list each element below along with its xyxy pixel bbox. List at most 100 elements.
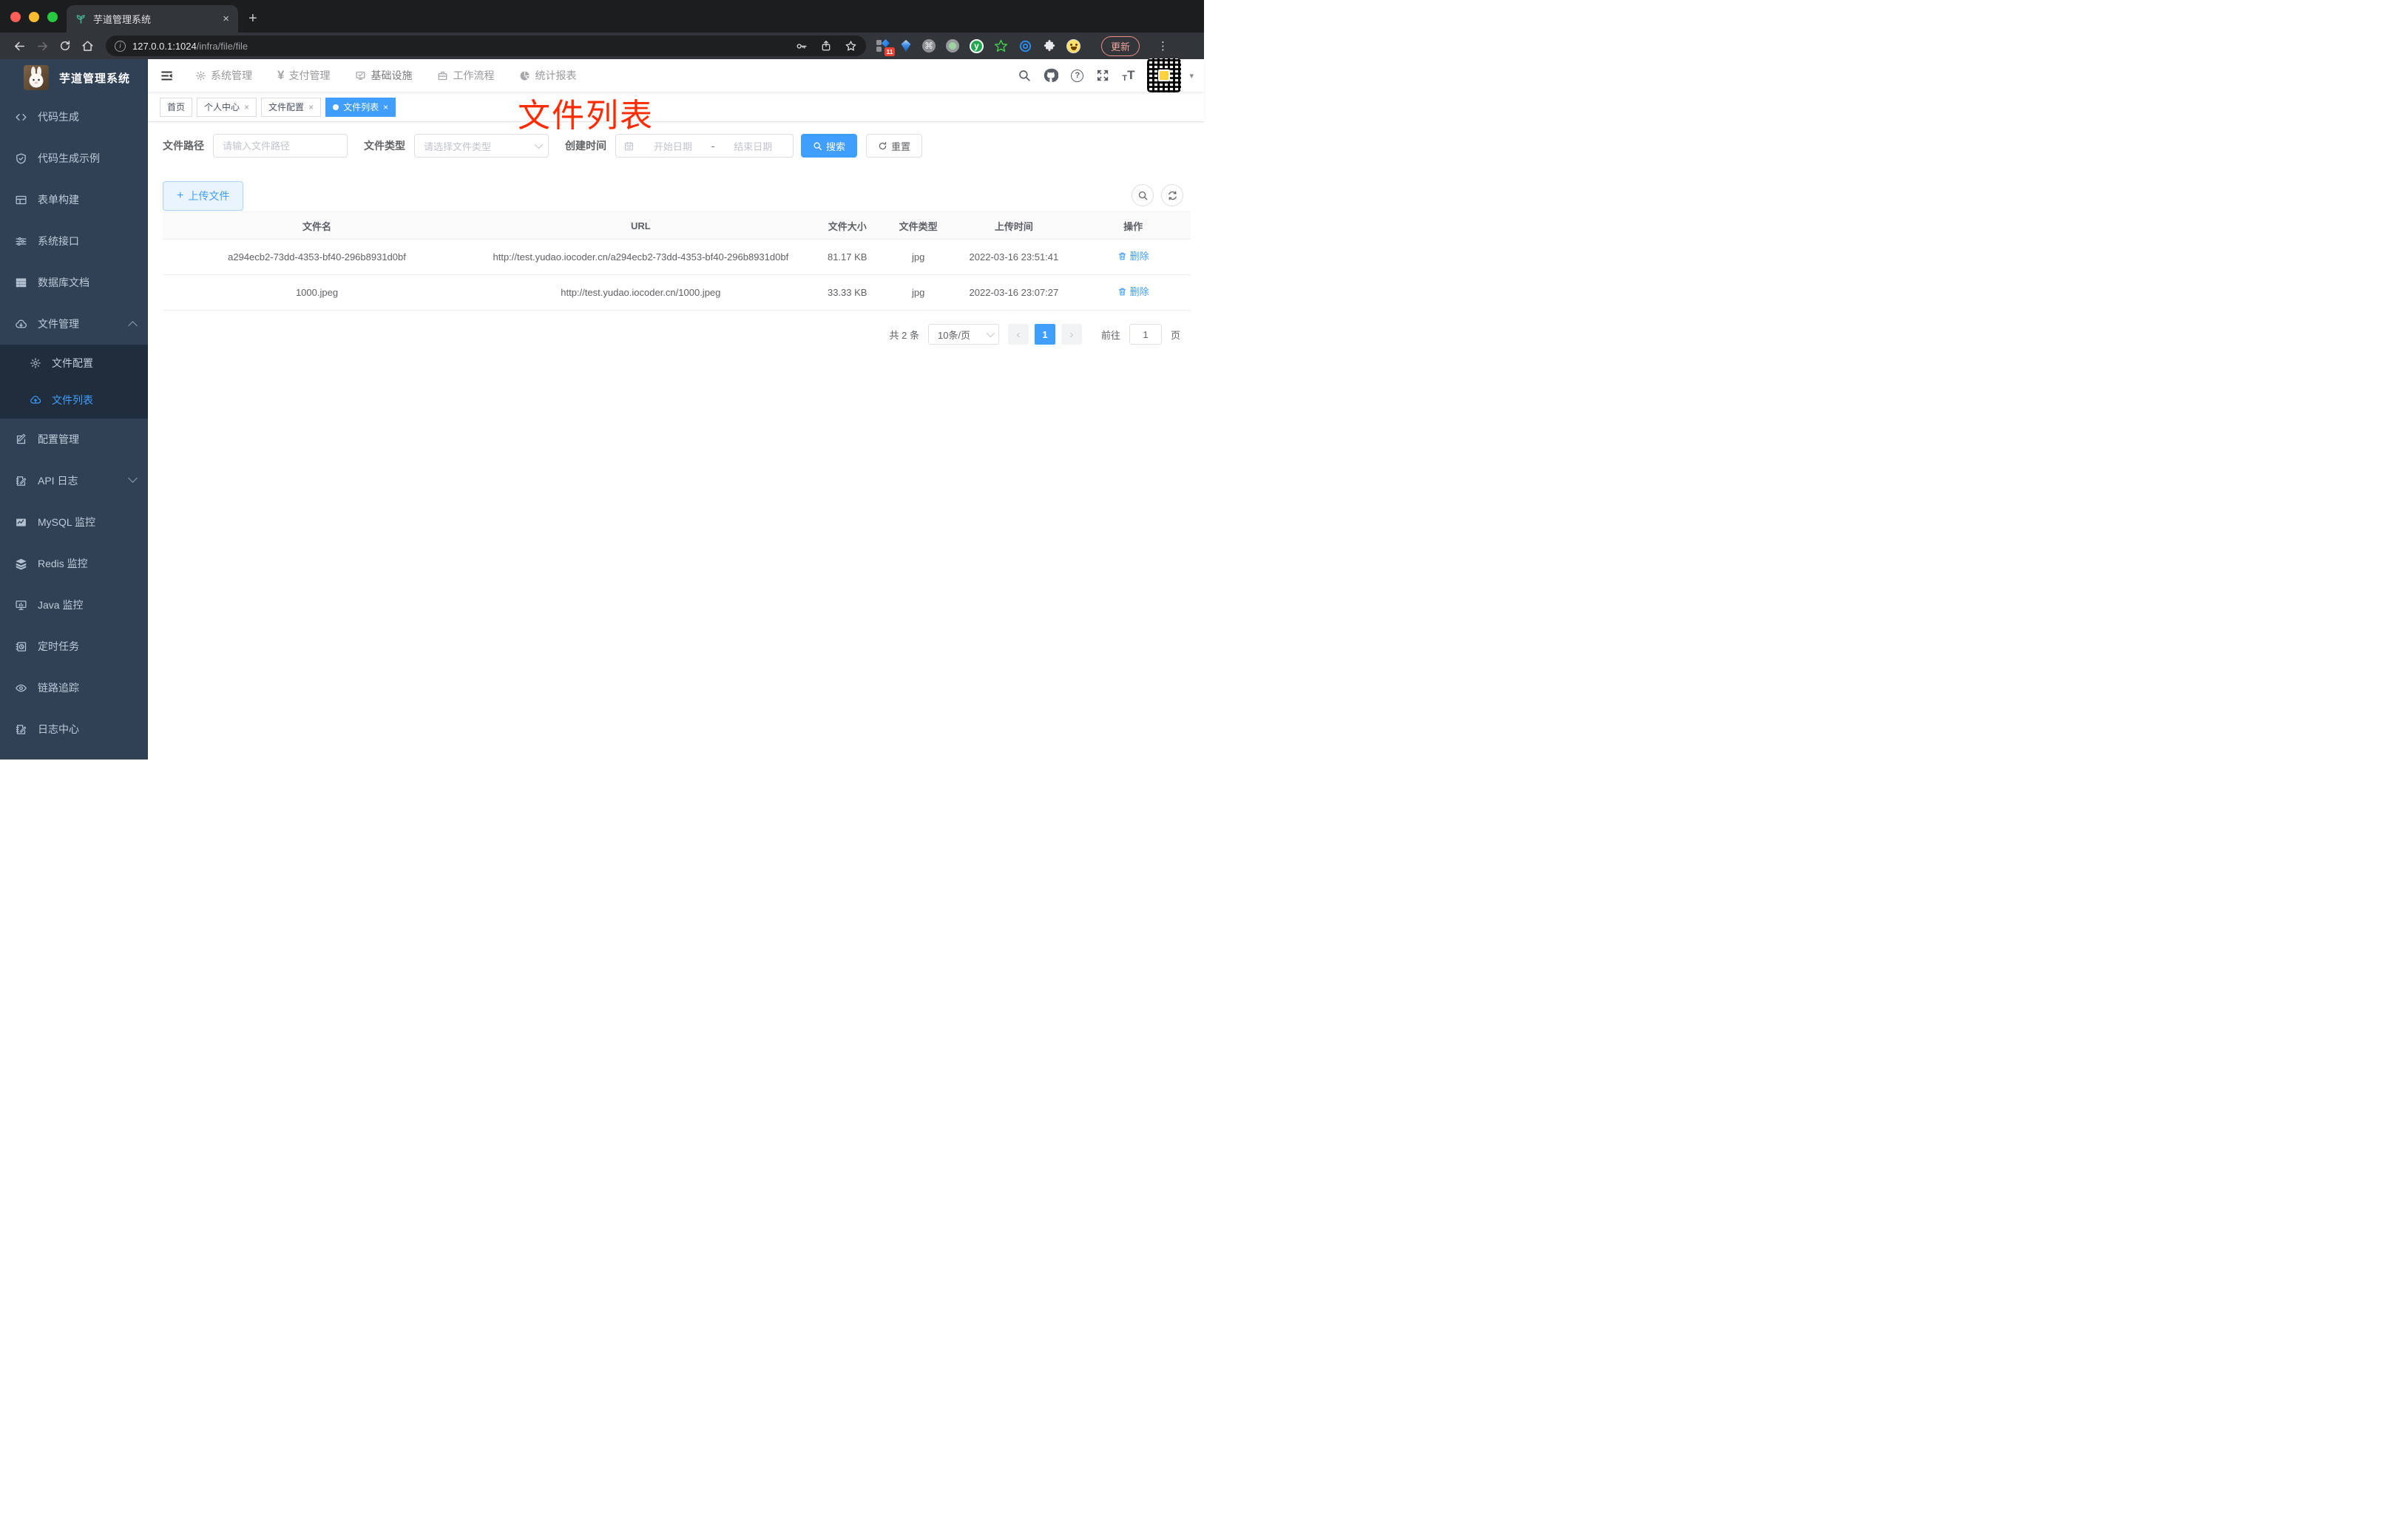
cell-size: 81.17 KB bbox=[810, 239, 885, 275]
date-range-picker[interactable]: 开始日期 - 结束日期 bbox=[615, 134, 794, 158]
tab-close-icon[interactable]: × bbox=[223, 13, 229, 25]
share-icon[interactable] bbox=[820, 40, 832, 52]
page-unit: 页 bbox=[1170, 329, 1180, 341]
avatar-caret-icon[interactable]: ▾ bbox=[1189, 71, 1194, 81]
tags-view-bar: 首页 个人中心 × 文件配置 × 文件列表 × bbox=[148, 92, 1204, 122]
sidebar-item-label: Redis 监控 bbox=[38, 558, 88, 569]
file-type-select[interactable]: 请选择文件类型 bbox=[414, 134, 549, 158]
extension-command-icon[interactable]: ⌘ bbox=[922, 39, 936, 53]
refresh-button[interactable] bbox=[1161, 184, 1183, 206]
page-size-select[interactable]: 10条/页 bbox=[927, 324, 999, 345]
browser-menu-icon[interactable]: ⋮ bbox=[1157, 39, 1169, 53]
prev-page-button[interactable]: ‹ bbox=[1007, 324, 1029, 345]
site-info-icon[interactable]: i bbox=[115, 40, 126, 52]
topnav-item-workflow[interactable]: 工作流程 bbox=[425, 59, 507, 92]
sidebar-item-redis-monitor[interactable]: Redis 监控 bbox=[0, 543, 148, 584]
tag-close-icon[interactable]: × bbox=[383, 102, 388, 112]
extension-green-dot-icon[interactable] bbox=[946, 39, 959, 53]
close-window-button[interactable] bbox=[10, 12, 21, 22]
sidebar-item-label: MySQL 监控 bbox=[38, 516, 96, 528]
search-button[interactable]: 搜索 bbox=[801, 134, 858, 158]
tag-file-config[interactable]: 文件配置 × bbox=[261, 97, 322, 117]
extensions-puzzle-icon[interactable] bbox=[1043, 39, 1056, 53]
sidebar-item-file-list[interactable]: 文件列表 bbox=[0, 382, 148, 419]
browser-tab[interactable]: 芋道管理系统 × bbox=[67, 5, 238, 33]
font-size-icon[interactable]: TT bbox=[1122, 68, 1134, 83]
delete-button[interactable]: 删除 bbox=[1117, 248, 1149, 264]
upload-button-label: 上传文件 bbox=[188, 190, 230, 202]
sidebar-item-log-center[interactable]: 日志中心 bbox=[0, 708, 148, 750]
sidebar-item-config-manage[interactable]: 配置管理 bbox=[0, 419, 148, 460]
browser-nav-buttons bbox=[13, 40, 94, 53]
file-path-input[interactable] bbox=[223, 140, 338, 152]
sidebar-item-api-log[interactable]: API 日志 bbox=[0, 460, 148, 501]
sidebar-item-label: 日志中心 bbox=[38, 723, 79, 735]
delete-button[interactable]: 删除 bbox=[1117, 284, 1149, 300]
cell-filename: 1000.jpeg bbox=[163, 274, 471, 311]
edit-square-icon bbox=[15, 433, 27, 446]
chevron-up-icon bbox=[128, 321, 138, 331]
browser-update-button[interactable]: 更新 bbox=[1101, 35, 1140, 56]
tag-close-icon[interactable]: × bbox=[308, 102, 314, 112]
sidebar-item-file-manage[interactable]: 文件管理 bbox=[0, 303, 148, 345]
extension-diamond-icon[interactable]: 11 bbox=[876, 39, 895, 56]
extension-y-icon[interactable]: y bbox=[970, 38, 984, 53]
avatar[interactable] bbox=[1147, 58, 1182, 92]
new-tab-button[interactable]: + bbox=[248, 10, 257, 27]
bookmark-star-icon[interactable] bbox=[845, 40, 857, 53]
topnav-item-system[interactable]: 系统管理 bbox=[183, 59, 265, 92]
sidebar-item-scheduled-jobs[interactable]: 定时任务 bbox=[0, 626, 148, 667]
topnav-item-payment[interactable]: ¥ 支付管理 bbox=[265, 59, 342, 92]
address-bar[interactable]: i 127.0.0.1:1024/infra/file/file bbox=[106, 35, 866, 56]
password-key-icon[interactable] bbox=[795, 40, 808, 53]
reload-icon[interactable] bbox=[59, 40, 71, 52]
file-table: 文件名 URL 文件大小 文件类型 上传时间 操作 a294ecb2-73dd-… bbox=[163, 212, 1191, 311]
topnav-item-reports[interactable]: 统计报表 bbox=[507, 59, 589, 92]
start-date-placeholder[interactable]: 开始日期 bbox=[640, 139, 706, 153]
extension-gem-icon[interactable] bbox=[901, 40, 911, 52]
back-icon[interactable] bbox=[13, 40, 26, 53]
search-icon[interactable] bbox=[1018, 69, 1031, 82]
sidebar-item-code-gen[interactable]: 代码生成 bbox=[0, 96, 148, 138]
tag-label: 个人中心 bbox=[204, 102, 240, 112]
sidebar-logo[interactable]: 芋道管理系统 bbox=[0, 59, 148, 96]
current-page-button[interactable]: 1 bbox=[1034, 324, 1055, 345]
extension-star-icon[interactable] bbox=[994, 39, 1008, 53]
cell-type: jpg bbox=[884, 239, 953, 275]
tag-file-list[interactable]: 文件列表 × bbox=[325, 97, 396, 117]
sidebar-item-code-demo[interactable]: 代码生成示例 bbox=[0, 138, 148, 179]
github-icon[interactable] bbox=[1044, 68, 1059, 83]
sidebar-item-system-api[interactable]: 系统接口 bbox=[0, 220, 148, 262]
sidebar-collapse-icon[interactable] bbox=[160, 69, 174, 83]
sidebar-item-file-config[interactable]: 文件配置 bbox=[0, 345, 148, 382]
maximize-window-button[interactable] bbox=[47, 12, 58, 22]
sidebar-item-java-monitor[interactable]: Java 监控 bbox=[0, 584, 148, 626]
tag-close-icon[interactable]: × bbox=[244, 102, 249, 112]
show-search-button[interactable] bbox=[1132, 184, 1154, 206]
sidebar-item-label: 文件管理 bbox=[38, 318, 79, 330]
reset-button[interactable]: 重置 bbox=[866, 134, 923, 158]
forward-icon[interactable] bbox=[36, 40, 49, 53]
sidebar-item-form-builder[interactable]: 表单构建 bbox=[0, 179, 148, 220]
help-icon[interactable]: ? bbox=[1071, 69, 1084, 82]
sidebar-item-tracing[interactable]: 链路追踪 bbox=[0, 667, 148, 708]
tag-label: 首页 bbox=[167, 102, 186, 112]
tag-home[interactable]: 首页 bbox=[160, 97, 193, 117]
sidebar-item-label: API 日志 bbox=[38, 475, 78, 487]
tag-profile[interactable]: 个人中心 × bbox=[197, 97, 257, 117]
sidebar-item-db-doc[interactable]: 数据库文档 bbox=[0, 262, 148, 303]
top-menu: 系统管理 ¥ 支付管理 基础设施 工作流程 统计报表 bbox=[183, 59, 589, 92]
end-date-placeholder[interactable]: 结束日期 bbox=[720, 139, 785, 153]
extension-eye-icon[interactable] bbox=[1018, 39, 1032, 53]
sidebar: 芋道管理系统 代码生成 代码生成示例 表单构建 系统接口 数据库文档 文件管理 … bbox=[0, 59, 148, 760]
gear-icon bbox=[195, 70, 206, 81]
sidebar-item-mysql-monitor[interactable]: MySQL 监控 bbox=[0, 501, 148, 543]
minimize-window-button[interactable] bbox=[29, 12, 39, 22]
upload-file-button[interactable]: + 上传文件 bbox=[163, 181, 244, 211]
extension-emoji-icon[interactable] bbox=[1066, 38, 1080, 53]
goto-page-input[interactable] bbox=[1129, 324, 1162, 345]
home-icon[interactable] bbox=[81, 40, 94, 53]
next-page-button[interactable]: › bbox=[1061, 324, 1082, 345]
topnav-item-infrastructure[interactable]: 基础设施 bbox=[342, 59, 425, 92]
fullscreen-icon[interactable] bbox=[1096, 69, 1109, 82]
